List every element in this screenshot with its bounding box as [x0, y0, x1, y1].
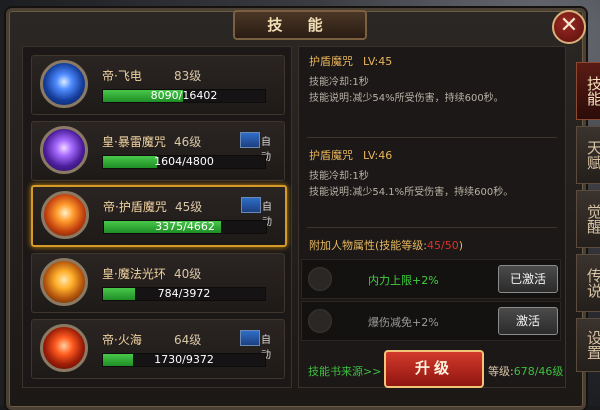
current-cooldown: 技能冷却:1秒 — [309, 77, 369, 88]
divider — [307, 137, 557, 138]
attribute-text: 爆伤减免+2% — [368, 316, 439, 329]
skill-name: 皇·暴雷魔咒 — [102, 135, 166, 149]
skill-item-3[interactable]: 皇·魔法光环 40级 784/3972 — [31, 253, 285, 313]
current-skill-level: LV:45 — [363, 55, 393, 68]
next-cooldown: 技能冷却:1秒 — [309, 171, 369, 182]
next-description: 技能说明:减少54.1%所受伤害，持续600秒。 — [309, 187, 514, 198]
tab-legend[interactable]: 传说 — [576, 254, 600, 312]
skill-item-1[interactable]: 皇·暴雷魔咒 46级 自动 1604/4800 — [31, 121, 285, 181]
attribute-title: 附加人物属性(技能等级:45/50) — [309, 237, 463, 253]
skill-progress-bar: 1604/4800 — [102, 155, 266, 169]
window-title: 技 能 — [233, 10, 367, 40]
divider — [307, 227, 557, 228]
skill-progress-bar: 1730/9372 — [102, 353, 266, 367]
tab-awaken[interactable]: 觉醒 — [576, 190, 600, 248]
attribute-row-0: 内力上限+2% 已激活 — [301, 259, 561, 299]
skill-book-source-link[interactable]: 技能书来源>> — [308, 363, 381, 379]
attribute-title-text: 附加人物属性(技能等级: — [309, 239, 427, 252]
level-info: 等级:678/46级 — [488, 363, 563, 379]
auto-toggle[interactable]: 自动 — [241, 197, 279, 228]
skill-level: 45级 — [175, 200, 203, 214]
lightning-skill-icon — [40, 60, 88, 108]
skill-progress-text: 784/3972 — [157, 287, 211, 300]
attribute-title-end: ) — [458, 239, 463, 252]
attribute-row-1: 爆伤减免+2% 激活 — [301, 301, 561, 341]
auto-checkbox[interactable] — [240, 132, 260, 148]
skill-name: 帝·护盾魔咒 — [103, 200, 167, 214]
skill-level: 40级 — [174, 267, 202, 281]
tab-settings[interactable]: 设置 — [576, 318, 600, 372]
attribute-progress: 45/50 — [427, 239, 459, 252]
skill-item-2[interactable]: 帝·护盾魔咒 45级 自动 3375/4662 — [31, 185, 287, 247]
attribute-indicator-icon — [308, 267, 332, 291]
auto-toggle[interactable]: 自动 — [240, 132, 278, 163]
level-label: 等级: — [488, 365, 514, 378]
auto-toggle[interactable]: 自动 — [240, 330, 278, 361]
skill-progress-text: 3375/4662 — [155, 220, 215, 233]
skill-name: 皇·魔法光环 — [102, 267, 166, 281]
skill-name: 帝·飞电 — [102, 69, 142, 83]
activated-button[interactable]: 已激活 — [498, 265, 558, 293]
attribute-indicator-icon — [308, 309, 332, 333]
skill-list: 帝·飞电 83级 8090/16402 皇·暴雷魔咒 46级 自动 1604/4… — [22, 46, 292, 388]
auto-checkbox[interactable] — [241, 197, 261, 213]
skill-item-0[interactable]: 帝·飞电 83级 8090/16402 — [31, 55, 285, 115]
skill-progress-text: 1604/4800 — [154, 155, 214, 168]
skill-level: 46级 — [174, 135, 202, 149]
tab-skills[interactable]: 技能 — [576, 62, 600, 120]
thunder-skill-icon — [40, 126, 88, 174]
shield-skill-icon — [41, 191, 89, 239]
attribute-text: 内力上限+2% — [368, 274, 439, 287]
skill-name: 帝·火海 — [102, 333, 142, 347]
auto-checkbox[interactable] — [240, 330, 260, 346]
skill-item-4[interactable]: 帝·火海 64级 自动 1730/9372 — [31, 319, 285, 379]
next-skill-header: 护盾魔咒 LV:46 — [309, 147, 392, 163]
close-button[interactable]: ✕ — [552, 10, 586, 44]
skill-level: 64级 — [174, 333, 202, 347]
next-skill-level: LV:46 — [363, 149, 393, 162]
detail-footer: 技能书来源>> 升级 等级:678/46级 — [298, 350, 564, 388]
skill-progress-text: 8090/16402 — [150, 89, 218, 102]
activate-button[interactable]: 激活 — [498, 307, 558, 335]
current-skill-header: 护盾魔咒 LV:45 — [309, 53, 392, 69]
skill-progress-bar: 784/3972 — [102, 287, 266, 301]
skill-detail-panel: 护盾魔咒 LV:45 技能冷却:1秒 技能说明:减少54%所受伤害，持续600秒。… — [298, 46, 566, 388]
aura-skill-icon — [40, 258, 88, 306]
upgrade-button[interactable]: 升级 — [384, 350, 484, 388]
tab-talent[interactable]: 天赋 — [576, 126, 600, 184]
skill-progress-bar: 8090/16402 — [102, 89, 266, 103]
skill-level: 83级 — [174, 69, 202, 83]
level-value: 678/46级 — [513, 365, 564, 378]
next-skill-name: 护盾魔咒 — [309, 149, 353, 162]
skill-progress-text: 1730/9372 — [154, 353, 214, 366]
current-description: 技能说明:减少54%所受伤害，持续600秒。 — [309, 93, 504, 104]
current-skill-name: 护盾魔咒 — [309, 55, 353, 68]
skill-progress-bar: 3375/4662 — [103, 220, 267, 234]
fire-sea-skill-icon — [40, 324, 88, 372]
